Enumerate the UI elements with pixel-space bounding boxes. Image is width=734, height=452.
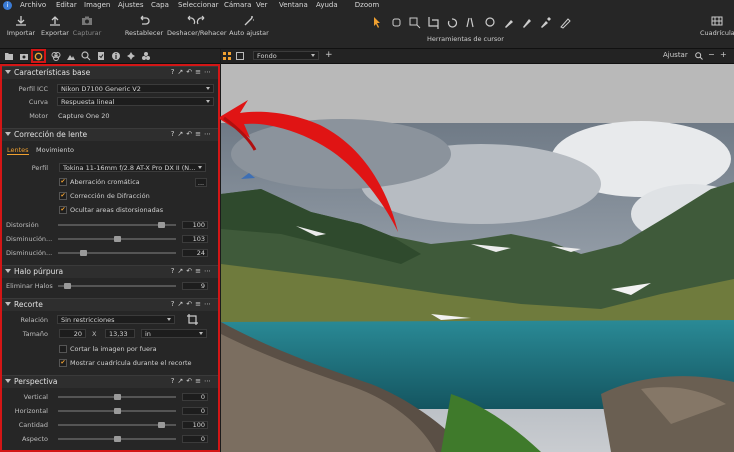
red-arrow-annotation	[218, 100, 398, 232]
